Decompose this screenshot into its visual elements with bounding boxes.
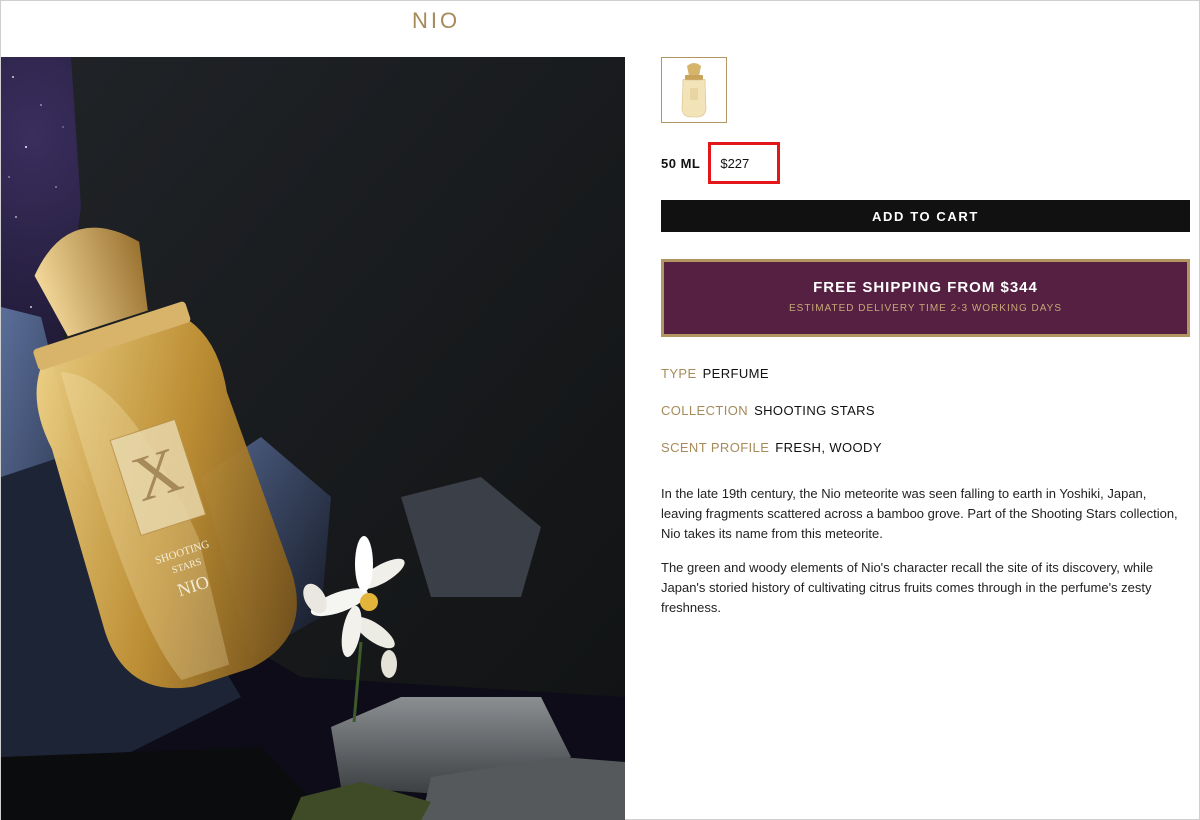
- attribute-value: PERFUME: [702, 366, 769, 381]
- description-paragraph: In the late 19th century, the Nio meteor…: [661, 486, 1178, 541]
- attribute-scent-profile: SCENT PROFILE FRESH, WOODY: [661, 440, 882, 455]
- add-to-cart-button[interactable]: ADD TO CART: [661, 200, 1190, 232]
- shipping-subtitle: ESTIMATED DELIVERY TIME 2-3 WORKING DAYS: [788, 303, 1062, 314]
- product-thumbnail[interactable]: [661, 57, 727, 123]
- attribute-key: TYPE: [661, 366, 697, 381]
- attribute-key: COLLECTION: [661, 403, 749, 418]
- product-price: $227: [720, 155, 750, 171]
- description-paragraph: The green and woody elements of Nio's ch…: [661, 560, 1154, 615]
- product-hero-image: X SHOOTING STARS NIO: [1, 57, 625, 820]
- free-shipping-banner: FREE SHIPPING FROM $344 ESTIMATED DELIVE…: [661, 259, 1190, 337]
- attribute-key: SCENT PROFILE: [661, 440, 770, 455]
- size-price-row: 50 ML $227: [661, 142, 781, 184]
- attribute-value: FRESH, WOODY: [775, 440, 882, 455]
- bottle-thumbnail-icon: [681, 63, 707, 118]
- attribute-type: TYPE PERFUME: [661, 366, 769, 381]
- price-highlight-box: $227: [708, 142, 781, 184]
- shipping-title: FREE SHIPPING FROM $344: [813, 279, 1038, 296]
- product-title: NIO: [411, 8, 461, 33]
- attribute-value: SHOOTING STARS: [754, 403, 876, 418]
- size-option[interactable]: 50 ML: [661, 156, 700, 171]
- attribute-collection: COLLECTION SHOOTING STARS: [661, 403, 875, 418]
